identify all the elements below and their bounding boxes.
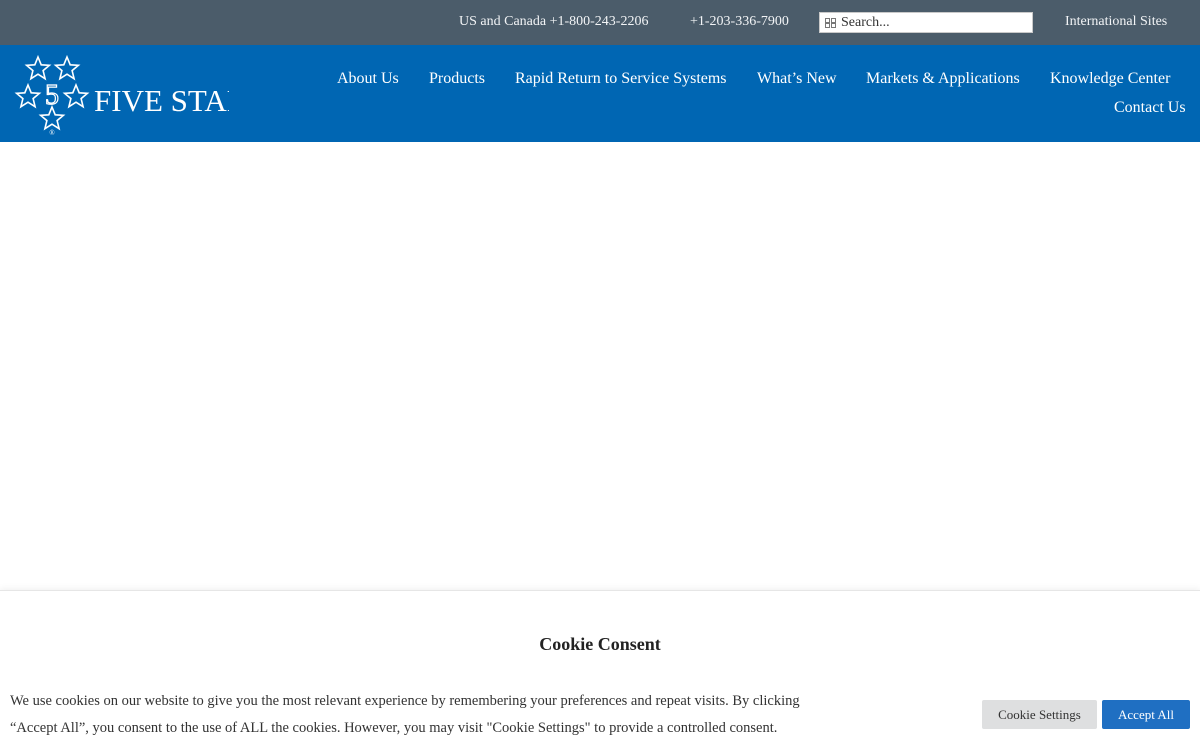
cookie-consent-text: We use cookies on our website to give yo… [10,688,830,742]
nav-knowledge-center[interactable]: Knowledge Center [1050,70,1170,88]
nav-rapid-return[interactable]: Rapid Return to Service Systems [515,70,727,88]
cookie-settings-button[interactable]: Cookie Settings [982,700,1097,729]
nav-markets-applications[interactable]: Markets & Applications [866,70,1020,88]
page-content [0,142,1200,590]
cookie-text-line-2: “Accept All”, you consent to the use of … [10,720,778,736]
cookie-consent-banner: Cookie Consent We use cookies on our web… [0,590,1200,751]
phone-international[interactable]: +1-203-336-7900 [690,14,789,30]
search-box [819,12,1033,33]
international-sites-link[interactable]: International Sites [1065,14,1167,30]
phone-us-canada[interactable]: US and Canada +1-800-243-2206 [459,14,648,30]
svg-text:5: 5 [45,80,59,111]
svg-text:FIVE STAR: FIVE STAR [94,83,229,118]
nav-about-us[interactable]: About Us [337,70,399,88]
search-input[interactable] [837,13,1021,32]
five-star-logo[interactable]: 5 ® FIVE STAR [14,55,248,137]
svg-text:®: ® [49,129,55,135]
nav-contact-us[interactable]: Contact Us [1114,99,1186,117]
utility-bar: US and Canada +1-800-243-2206 +1-203-336… [0,0,1200,45]
nav-whats-new[interactable]: What’s New [757,70,837,88]
nav-products[interactable]: Products [429,70,485,88]
search-icon[interactable] [825,17,837,29]
cookie-text-line-1: We use cookies on our website to give yo… [10,693,800,709]
cookie-consent-title: Cookie Consent [539,634,661,654]
main-header: 5 ® FIVE STAR About Us Products Rapid Re… [0,45,1200,142]
accept-all-button[interactable]: Accept All [1102,700,1190,729]
